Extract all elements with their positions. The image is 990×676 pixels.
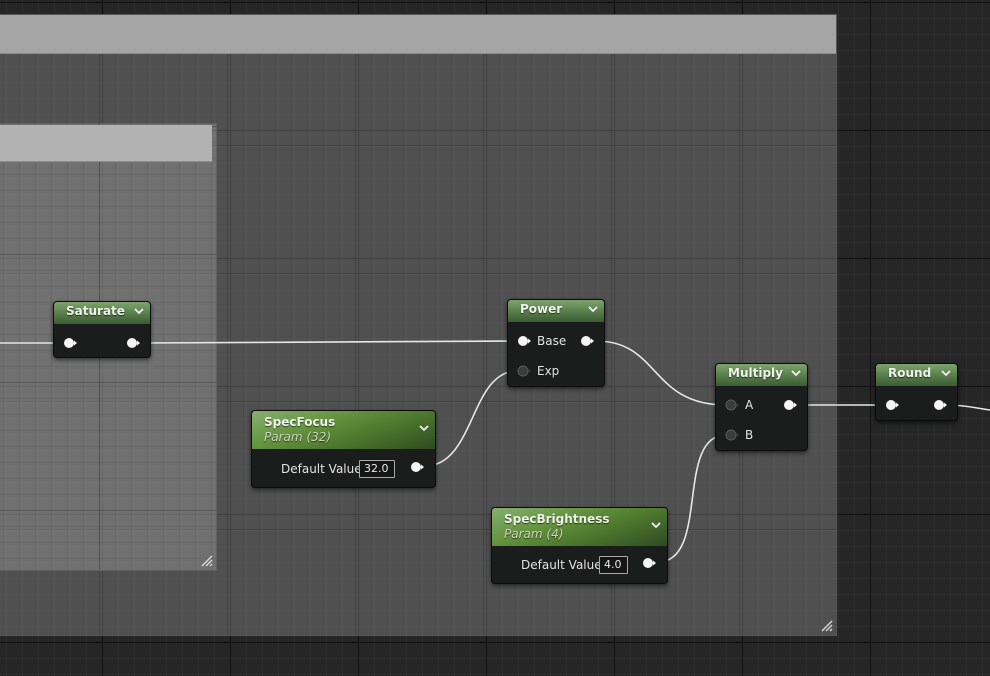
pin-input-icon[interactable]	[63, 337, 77, 349]
pin-output-icon[interactable]	[783, 399, 797, 411]
pin-label-a: A	[745, 398, 754, 412]
node-header[interactable]: SpecFocus Param (32)	[252, 411, 435, 449]
multiply-node[interactable]: Multiply A B	[715, 363, 808, 451]
node-header[interactable]: Saturate	[54, 302, 150, 324]
chevron-down-icon[interactable]	[941, 368, 951, 378]
node-title: Power	[520, 302, 563, 316]
pin-input-icon[interactable]	[725, 429, 739, 441]
default-value-label: Default Value	[281, 462, 362, 476]
pin-output-icon[interactable]	[126, 337, 140, 349]
pin-input-icon[interactable]	[517, 335, 531, 347]
power-node[interactable]: Power Base Exp	[507, 299, 605, 387]
pin-label-exp: Exp	[537, 364, 560, 378]
pin-output-icon[interactable]	[642, 557, 656, 569]
default-value-field[interactable]: 32.0	[359, 460, 395, 478]
chevron-down-icon[interactable]	[419, 423, 429, 433]
pin-label-base: Base	[537, 334, 567, 348]
pin-output-icon[interactable]	[933, 399, 947, 411]
resize-grip-icon[interactable]	[821, 620, 833, 632]
chevron-down-icon[interactable]	[134, 306, 144, 316]
comment-title-bar[interactable]	[0, 15, 836, 54]
round-node[interactable]: Round	[875, 363, 958, 421]
node-header[interactable]: SpecBrightness Param (4)	[492, 508, 667, 546]
chevron-down-icon[interactable]	[651, 520, 661, 530]
pin-output-icon[interactable]	[580, 335, 594, 347]
node-header[interactable]: Multiply	[716, 364, 807, 386]
default-value-label: Default Value	[521, 558, 602, 572]
default-value-field[interactable]: 4.0	[599, 556, 628, 574]
comment-title-bar[interactable]	[0, 125, 212, 162]
saturate-node[interactable]: Saturate	[53, 301, 151, 358]
pin-input-icon[interactable]	[885, 399, 899, 411]
pin-output-icon[interactable]	[410, 461, 424, 473]
node-title: Multiply	[728, 366, 783, 380]
node-header[interactable]: Round	[876, 364, 957, 386]
pin-input-icon[interactable]	[725, 399, 739, 411]
node-title: SpecBrightness	[504, 512, 610, 526]
specbrightness-param-node[interactable]: SpecBrightness Param (4) Default Value 4…	[491, 507, 668, 584]
node-subtitle: Param (32)	[264, 430, 332, 444]
specfocus-param-node[interactable]: SpecFocus Param (32) Default Value 32.0	[251, 410, 436, 488]
pin-label-b: B	[745, 428, 754, 442]
node-subtitle: Param (4)	[504, 527, 564, 541]
node-title: Round	[888, 366, 932, 380]
pin-input-icon[interactable]	[517, 365, 531, 377]
node-title: SpecFocus	[264, 415, 336, 429]
chevron-down-icon[interactable]	[791, 368, 801, 378]
resize-grip-icon[interactable]	[201, 555, 213, 567]
node-header[interactable]: Power	[508, 300, 604, 322]
chevron-down-icon[interactable]	[588, 304, 598, 314]
node-title: Saturate	[66, 304, 125, 318]
